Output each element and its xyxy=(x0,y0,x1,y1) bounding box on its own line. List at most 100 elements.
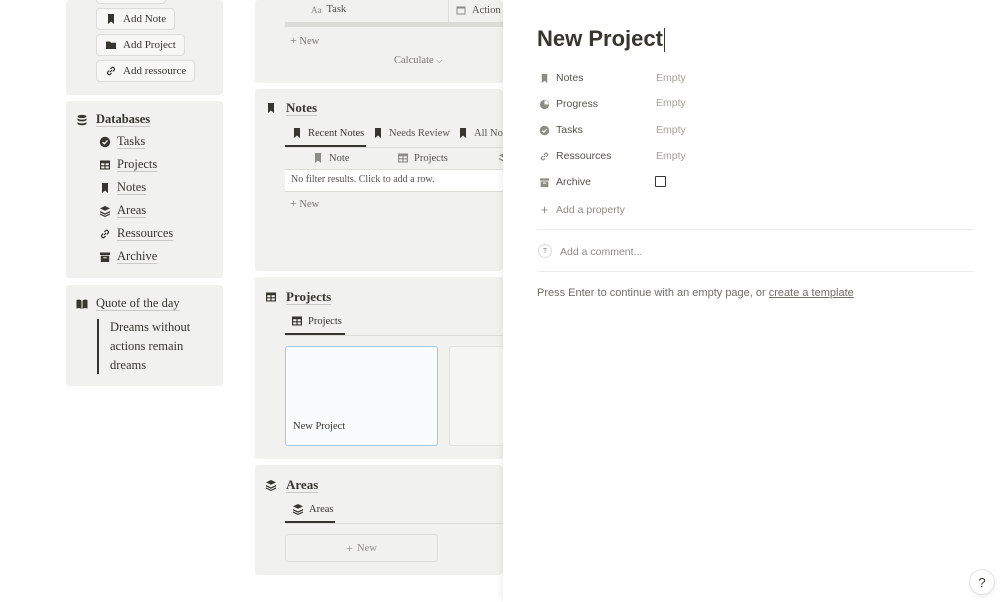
plus-icon: + xyxy=(290,33,297,47)
bookmark-icon xyxy=(372,127,384,139)
tab-all-notes[interactable]: All Note xyxy=(457,127,503,139)
bookmark-icon xyxy=(265,102,277,114)
quote-title: Quote of the day xyxy=(96,296,180,310)
tabs-divider xyxy=(285,147,503,148)
add-resource-button[interactable]: Add ressource xyxy=(96,60,196,82)
folder-icon xyxy=(105,39,117,51)
bookmark-icon xyxy=(312,152,324,164)
archive-icon xyxy=(539,177,550,187)
tabs-divider xyxy=(285,523,503,524)
property-label: Progress xyxy=(556,98,599,110)
db-item-projects[interactable]: Projects xyxy=(99,157,157,172)
layers-icon xyxy=(292,503,304,515)
add-project-button[interactable]: Add Project xyxy=(96,34,185,56)
tab-needs-review[interactable]: Needs Review xyxy=(372,127,450,139)
hint-text: Press Enter to continue with an empty pa… xyxy=(537,287,769,299)
quote-card: Quote of the day Dreams without actions … xyxy=(66,285,223,386)
new-label: New xyxy=(299,199,320,210)
layers-icon xyxy=(99,205,111,217)
table-icon xyxy=(99,159,111,171)
empty-filter-row[interactable]: No filter results. Click to add a row. xyxy=(285,170,503,191)
tab-areas[interactable]: Areas xyxy=(292,503,334,515)
project-card-title: New Project xyxy=(293,421,346,432)
col-header-projects[interactable]: Projects xyxy=(397,152,448,164)
tab-recent-notes[interactable]: Recent Notes xyxy=(291,127,364,139)
col-action-label: Action D xyxy=(472,4,503,16)
db-item-notes[interactable]: Notes xyxy=(99,180,146,195)
property-ressources[interactable]: Ressources xyxy=(539,150,611,162)
col-note-label: Note xyxy=(329,152,350,164)
projects-section: Projects Projects New Project xyxy=(255,277,503,459)
table-icon xyxy=(265,291,277,303)
empty-filter-text: No filter results. Click to add a row. xyxy=(291,174,435,185)
notes-heading[interactable]: Notes xyxy=(265,100,317,116)
link-icon xyxy=(105,65,117,77)
db-item-label: Archive xyxy=(117,249,158,263)
db-item-label: Areas xyxy=(117,203,147,217)
bookmark-icon xyxy=(291,127,303,139)
project-card-placeholder[interactable] xyxy=(449,346,503,446)
quick-actions-card: Add Note Add Project Add ressource xyxy=(66,0,223,95)
bookmark-icon xyxy=(99,182,111,194)
progress-icon xyxy=(539,99,550,109)
areas-title: Areas xyxy=(286,477,319,492)
db-item-ressources[interactable]: Ressources xyxy=(99,226,173,241)
databases-heading[interactable]: Databases xyxy=(76,112,150,127)
db-item-label: Tasks xyxy=(117,134,146,148)
property-archive[interactable]: Archive xyxy=(539,176,591,188)
col-header-note[interactable]: Note xyxy=(312,152,349,164)
help-label: ? xyxy=(978,574,986,590)
property-value[interactable]: Empty xyxy=(656,150,686,162)
databases-title: Databases xyxy=(96,112,151,126)
chevron-down-icon: ⌵ xyxy=(436,56,443,65)
property-value[interactable]: Empty xyxy=(656,72,686,84)
property-label: Tasks xyxy=(556,124,583,136)
quote-heading[interactable]: Quote of the day xyxy=(76,296,180,311)
partial-button[interactable] xyxy=(96,0,166,4)
row-divider xyxy=(285,191,503,192)
tab-projects[interactable]: Projects xyxy=(291,315,342,327)
new-row-button[interactable]: + New xyxy=(290,33,319,48)
archive-checkbox[interactable] xyxy=(655,176,666,187)
text-type-icon: Aa xyxy=(311,4,322,15)
book-open-icon xyxy=(76,298,88,310)
table-scrollbar[interactable] xyxy=(285,22,503,27)
add-note-button[interactable]: Add Note xyxy=(96,8,176,30)
col-header-action[interactable]: Action D xyxy=(455,4,503,16)
db-item-archive[interactable]: Archive xyxy=(99,249,157,264)
create-template-link[interactable]: create a template xyxy=(769,287,854,299)
project-card[interactable]: New Project xyxy=(285,346,438,446)
db-item-areas[interactable]: Areas xyxy=(99,203,146,218)
projects-heading[interactable]: Projects xyxy=(265,289,331,305)
new-row-button[interactable]: + New xyxy=(290,196,319,211)
new-area-button[interactable]: + New xyxy=(285,534,438,562)
property-value[interactable]: Empty xyxy=(656,124,686,136)
col-header-task[interactable]: Aa Task xyxy=(311,4,346,15)
property-tasks[interactable]: Tasks xyxy=(539,124,583,136)
add-resource-label: Add ressource xyxy=(123,65,187,77)
tab-label: Projects xyxy=(308,315,342,327)
areas-section: Areas Areas + New xyxy=(255,465,503,575)
calculate-button[interactable]: Calculate ⌵ xyxy=(394,55,442,66)
property-label: Ressources xyxy=(556,150,612,162)
property-progress[interactable]: Progress xyxy=(539,98,598,110)
comment-input[interactable]: Add a comment... xyxy=(560,246,642,258)
property-notes[interactable]: Notes xyxy=(539,72,583,84)
add-property-button[interactable]: + Add a property xyxy=(539,202,625,217)
link-icon xyxy=(99,228,111,240)
bookmark-icon xyxy=(105,13,117,25)
areas-heading[interactable]: Areas xyxy=(265,477,318,493)
tab-label: All Note xyxy=(474,127,503,139)
property-value[interactable]: Empty xyxy=(656,97,686,109)
help-button[interactable]: ? xyxy=(970,570,994,594)
tabs-divider xyxy=(285,335,503,336)
bookmark-icon xyxy=(457,127,469,139)
plus-icon: + xyxy=(346,540,353,555)
db-item-tasks[interactable]: Tasks xyxy=(99,134,145,149)
plus-icon: + xyxy=(540,202,549,217)
col-divider xyxy=(448,0,449,22)
notes-title: Notes xyxy=(286,100,318,115)
add-note-label: Add Note xyxy=(123,13,167,25)
page-title[interactable]: New Project xyxy=(537,26,665,53)
col-projects-label: Projects xyxy=(414,152,448,164)
